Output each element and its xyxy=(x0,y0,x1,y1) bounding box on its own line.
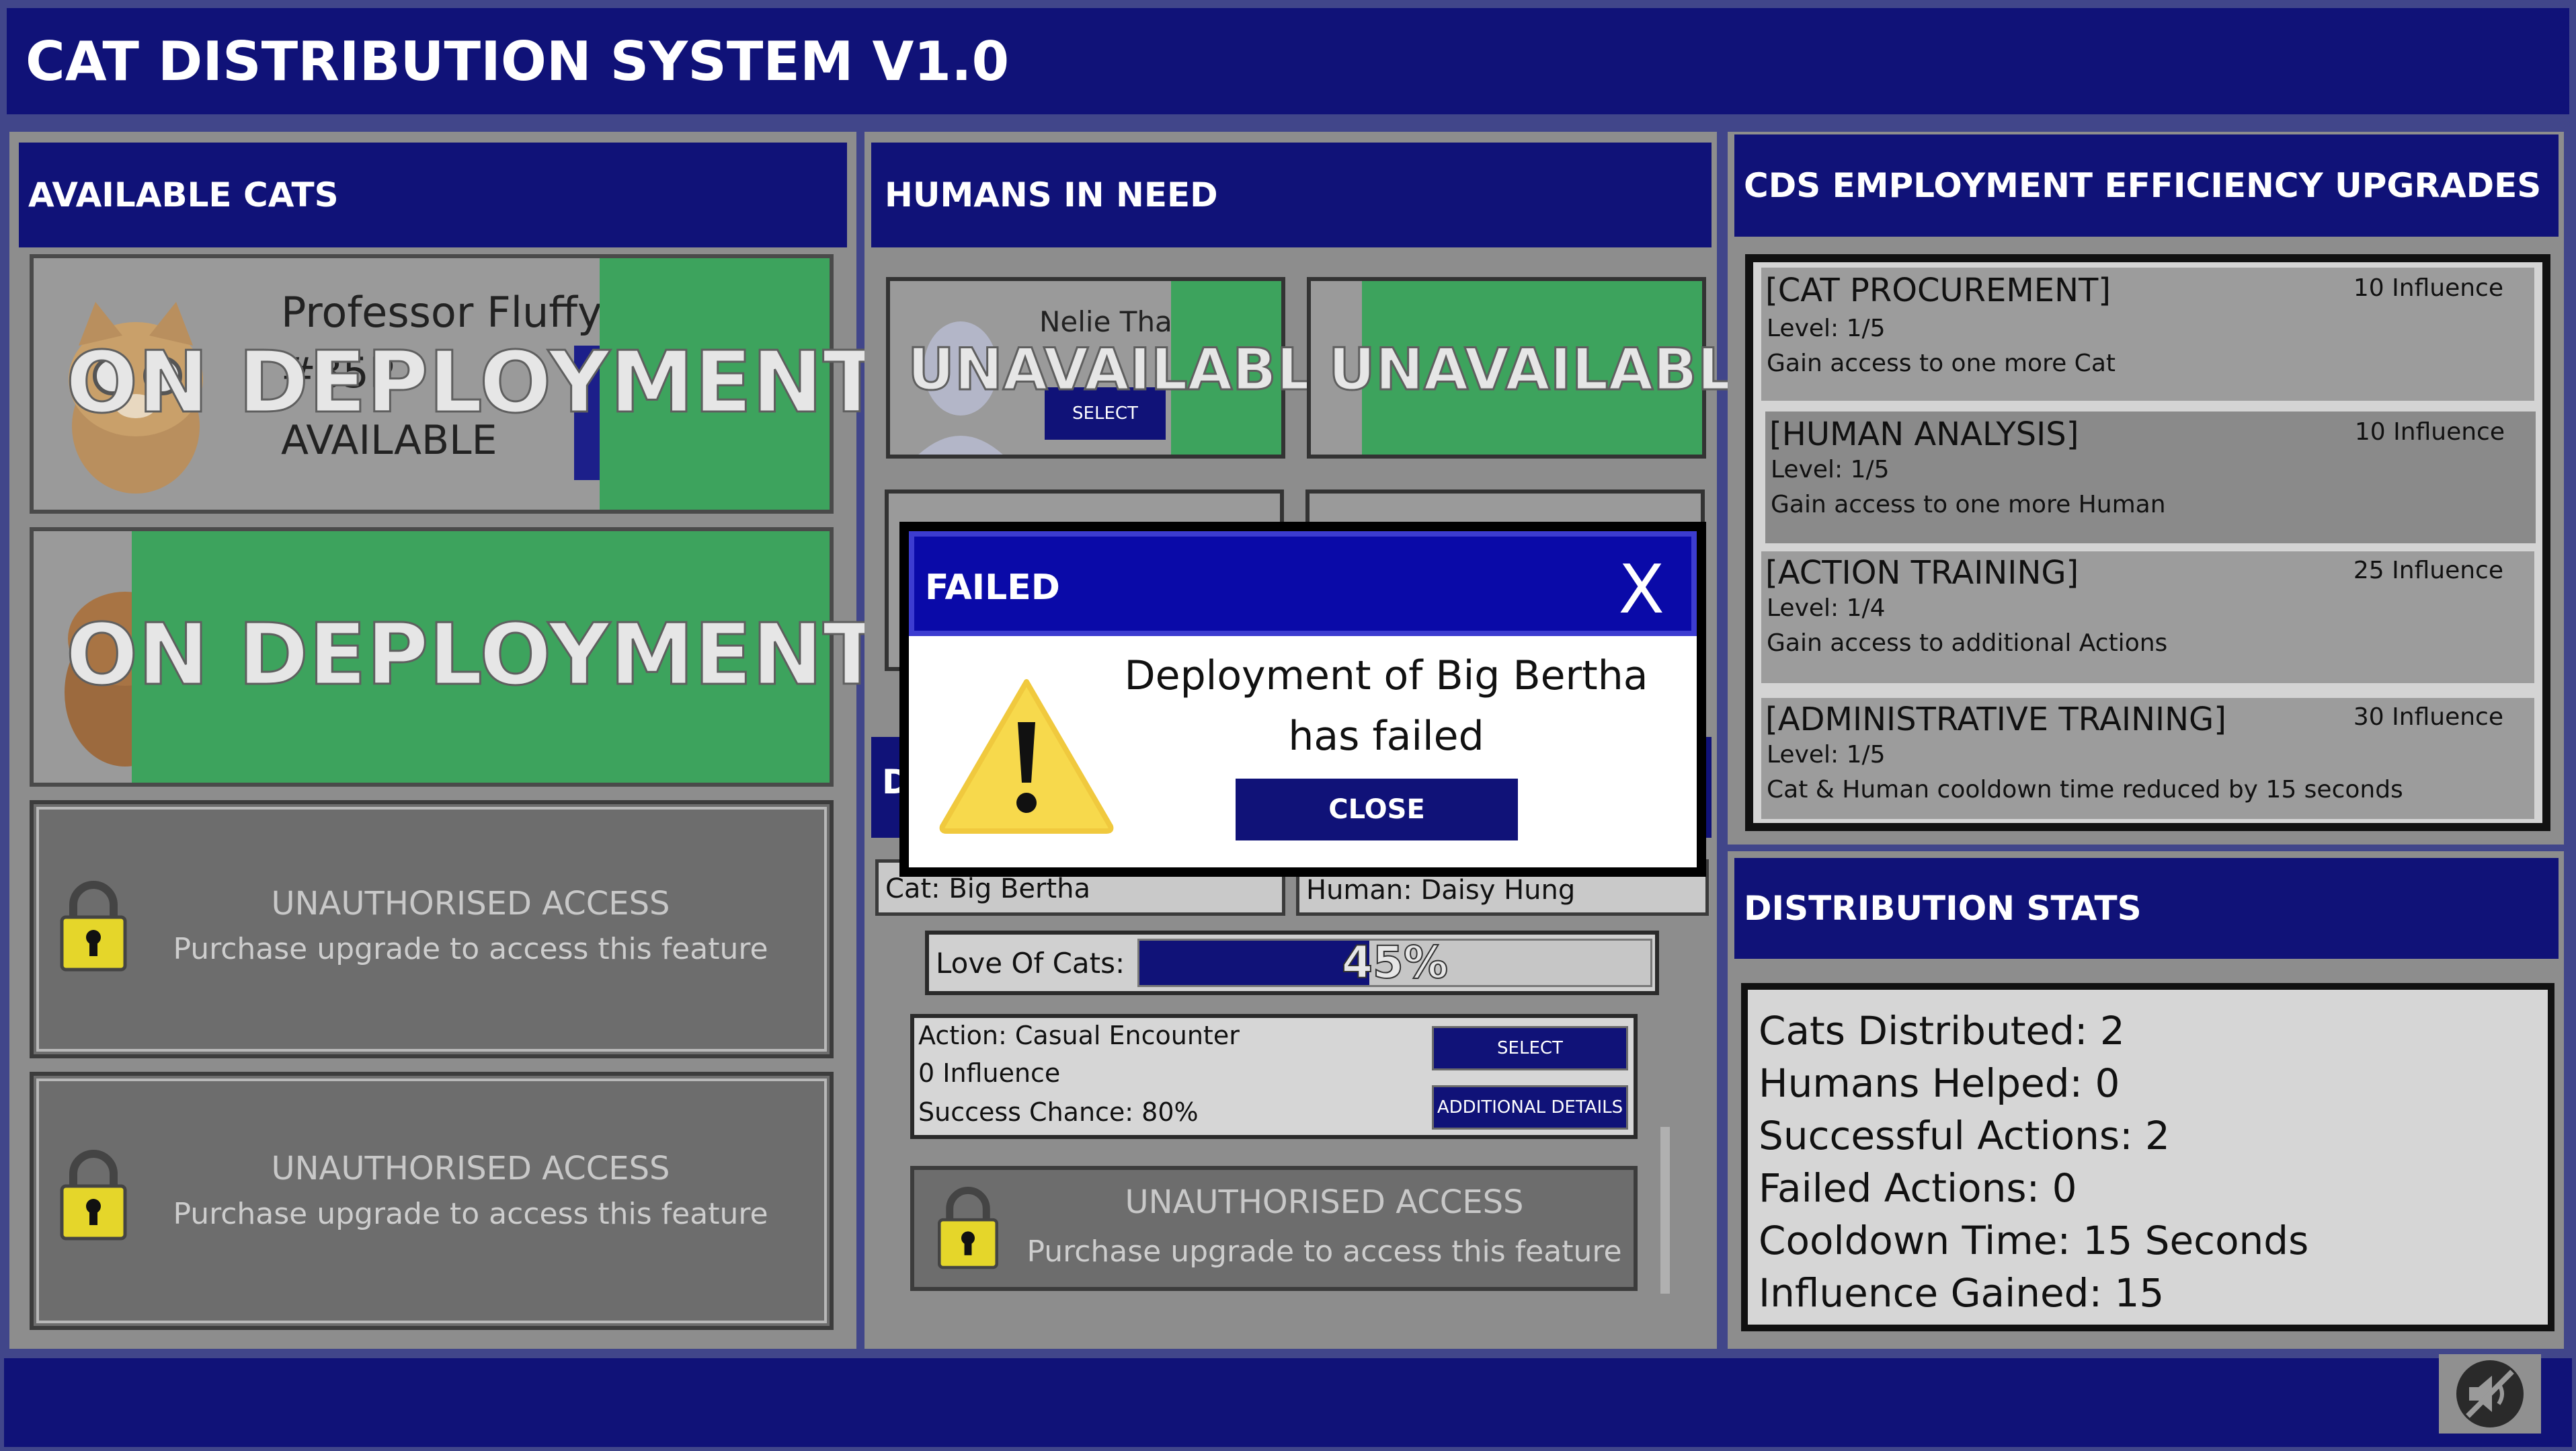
love-of-cats-percent: 45% xyxy=(1341,937,1449,988)
padlock-icon xyxy=(60,1150,127,1241)
action-name: Action: Casual Encounter xyxy=(918,1021,1240,1050)
upgrade-level: Level: 1/5 xyxy=(1767,741,1886,769)
deployment-scrollbar[interactable] xyxy=(1660,1127,1670,1294)
dialog-title: FAILED xyxy=(925,567,1060,608)
cats-panel-header: AVAILABLE CATS xyxy=(19,143,847,247)
locked-cat-slot-2: UNAUTHORISED ACCESS Purchase upgrade to … xyxy=(30,1072,834,1330)
locked-subtitle: Purchase upgrade to access this feature xyxy=(173,1197,768,1231)
upgrade-level: Level: 1/4 xyxy=(1767,594,1886,622)
padlock-icon xyxy=(60,881,127,972)
upgrade-desc: Gain access to one more Cat xyxy=(1767,350,2116,377)
upgrades-panel-title: CDS EMPLOYMENT EFFICIENCY UPGRADES xyxy=(1744,166,2542,205)
upgrade-desc: Cat & Human cooldown time reduced by 15 … xyxy=(1767,776,2403,803)
locked-cat-slot-1: UNAUTHORISED ACCESS Purchase upgrade to … xyxy=(30,800,834,1058)
action-influence: 0 Influence xyxy=(918,1058,1061,1088)
stat-influence-gained: Influence Gained: 15 xyxy=(1759,1270,2165,1316)
locked-title: UNAUTHORISED ACCESS xyxy=(1125,1183,1524,1221)
cat-card-2-overlay-label: ON DEPLOYMENT xyxy=(65,604,882,705)
upgrade-human-analysis[interactable]: [HUMAN ANALYSIS] 10 Influence Level: 1/5… xyxy=(1765,411,2536,543)
action-select-button[interactable]: SELECT xyxy=(1432,1026,1628,1070)
cat-card-1-overlay-label: ON DEPLOYMENT xyxy=(65,332,882,433)
stat-cats-distributed: Cats Distributed: 2 xyxy=(1759,1008,2125,1054)
speaker-muted-icon xyxy=(2456,1360,2524,1427)
humans-panel-header: HUMANS IN NEED xyxy=(871,143,1712,247)
dialog-message: Deployment of Big Bertha has failed xyxy=(1124,652,1648,760)
stats-box: Cats Distributed: 2 Humans Helped: 0 Suc… xyxy=(1741,983,2554,1331)
upgrade-desc: Gain access to additional Actions xyxy=(1767,629,2168,657)
upgrades-panel-header: CDS EMPLOYMENT EFFICIENCY UPGRADES xyxy=(1734,134,2559,237)
upgrade-name: [ADMINISTRATIVE TRAINING] xyxy=(1765,701,2226,738)
upgrade-cost: 10 Influence xyxy=(2353,274,2503,302)
action-details-button[interactable]: ADDITIONAL DETAILS xyxy=(1432,1085,1628,1130)
love-of-cats-track: 45% xyxy=(1137,939,1652,987)
dialog-close-button[interactable]: CLOSE xyxy=(1236,779,1518,840)
padlock-icon xyxy=(938,1187,998,1269)
upgrade-name: [HUMAN ANALYSIS] xyxy=(1769,416,2079,453)
stat-failed-actions: Failed Actions: 0 xyxy=(1759,1165,2077,1211)
dialog-close-x-button[interactable]: X xyxy=(1618,550,1664,629)
upgrade-desc: Gain access to one more Human xyxy=(1771,491,2166,518)
stats-panel-title: DISTRIBUTION STATS xyxy=(1744,889,2142,928)
action-success-chance: Success Chance: 80% xyxy=(918,1097,1199,1127)
upgrade-name: [CAT PROCUREMENT] xyxy=(1765,272,2111,309)
upgrade-level: Level: 1/5 xyxy=(1767,315,1886,342)
dialog-title-bar: FAILED X xyxy=(909,531,1697,636)
stat-cooldown-time: Cooldown Time: 15 Seconds xyxy=(1759,1218,2309,1263)
failed-dialog: FAILED X Deployment of Big Bertha has fa… xyxy=(899,522,1706,877)
upgrade-cost: 10 Influence xyxy=(2354,418,2505,446)
love-of-cats-label: Love Of Cats: xyxy=(936,947,1125,980)
upgrade-cost: 25 Influence xyxy=(2353,557,2503,584)
upgrade-level: Level: 1/5 xyxy=(1771,456,1890,483)
deployment-cat-text: Cat: Big Bertha xyxy=(885,873,1091,904)
action-card: Action: Casual Encounter 0 Influence Suc… xyxy=(910,1014,1638,1139)
upgrade-cat-procurement[interactable]: [CAT PROCUREMENT] 10 Influence Level: 1/… xyxy=(1761,268,2534,401)
app-title-bar: CAT DISTRIBUTION SYSTEM V1.0 xyxy=(7,8,2569,114)
mute-button[interactable] xyxy=(2439,1354,2541,1434)
humans-panel-title: HUMANS IN NEED xyxy=(885,175,1218,214)
upgrade-action-training[interactable]: [ACTION TRAINING] 25 Influence Level: 1/… xyxy=(1761,551,2534,683)
locked-title: UNAUTHORISED ACCESS xyxy=(271,885,670,923)
human-card-2-overlay-label: UNAVAILABLE xyxy=(1327,336,1774,405)
locked-title: UNAUTHORISED ACCESS xyxy=(271,1150,670,1187)
upgrade-cost: 30 Influence xyxy=(2353,703,2503,731)
bottom-bar xyxy=(4,1358,2572,1447)
human-name: Nelie That xyxy=(1039,305,1184,338)
upgrade-administrative-training[interactable]: [ADMINISTRATIVE TRAINING] 30 Influence L… xyxy=(1761,698,2534,819)
stats-panel-header: DISTRIBUTION STATS xyxy=(1734,858,2559,959)
human-card-1-overlay-label: UNAVAILABLE xyxy=(906,336,1353,405)
cats-panel-title: AVAILABLE CATS xyxy=(28,175,339,214)
locked-subtitle: Purchase upgrade to access this feature xyxy=(173,932,768,966)
stat-successful-actions: Successful Actions: 2 xyxy=(1759,1113,2170,1159)
locked-subtitle: Purchase upgrade to access this feature xyxy=(1027,1234,1622,1269)
upgrade-name: [ACTION TRAINING] xyxy=(1765,554,2079,592)
app-title: CAT DISTRIBUTION SYSTEM V1.0 xyxy=(26,30,1010,93)
love-of-cats-meter: Love Of Cats: 45% xyxy=(925,931,1659,995)
cat-name: Professor Fluffy xyxy=(281,288,602,337)
locked-action-slot: UNAUTHORISED ACCESS Purchase upgrade to … xyxy=(910,1166,1638,1291)
stat-humans-helped: Humans Helped: 0 xyxy=(1759,1060,2120,1106)
deployment-human-text: Human: Daisy Hung xyxy=(1306,875,1576,906)
